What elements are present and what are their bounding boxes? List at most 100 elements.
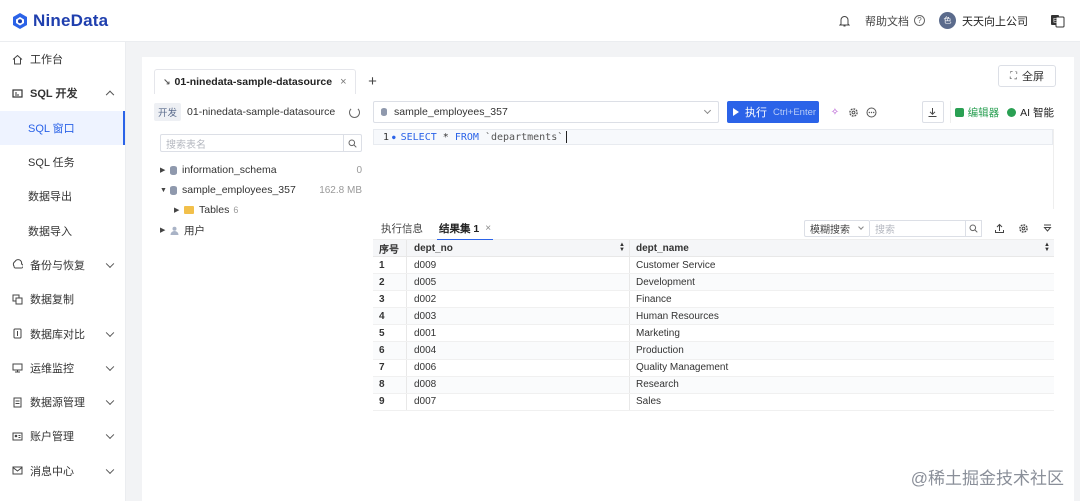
search-icon[interactable] [343, 135, 361, 151]
result-tabs: 执行信息 结果集 1 × 模糊搜索 搜索 [373, 218, 1054, 241]
tree-node-tables[interactable]: ▶ Tables 6 [154, 200, 364, 220]
search-mode-value: 模糊搜索 [810, 225, 850, 236]
sidebar-item-messages[interactable]: 消息中心 [0, 454, 125, 488]
cell-dept-no[interactable]: d003 [407, 308, 630, 325]
table-row[interactable]: 8 d008 Research [373, 376, 1054, 394]
result-search-input[interactable]: 搜索 [870, 220, 982, 237]
sidebar-item-sql-window[interactable]: SQL 窗口 [0, 110, 125, 146]
sidebar-item-datasource[interactable]: 数据源管理 [0, 385, 125, 419]
cell-dept-name[interactable]: Production [630, 342, 1054, 358]
chevron-down-icon [105, 328, 115, 337]
editor-button[interactable]: 编辑器 [949, 101, 1004, 123]
editor-icon [954, 107, 964, 117]
row-index: 5 [373, 325, 407, 342]
org-name[interactable]: 天天向上公司 [962, 13, 1028, 29]
datasource-name[interactable]: 01-ninedata-sample-datasource [187, 106, 335, 118]
sidebar-item-sql-dev[interactable]: SQL 开发 [0, 76, 125, 110]
export-icon[interactable] [992, 222, 1006, 236]
more-icon[interactable] [865, 106, 877, 118]
gear-icon[interactable] [847, 106, 859, 118]
sidebar-item-label: 备份与恢复 [30, 259, 85, 272]
help-question-icon[interactable]: ? [914, 15, 925, 26]
column-header-dept-no[interactable]: dept_no ▲ ▼ [407, 240, 630, 256]
gear-icon[interactable] [1016, 222, 1030, 236]
help-docs-link[interactable]: 帮助文档 [865, 13, 909, 29]
cell-dept-no[interactable]: d006 [407, 359, 630, 376]
play-icon [733, 108, 739, 116]
tab-result-set[interactable]: 结果集 1 × [431, 218, 499, 241]
sidebar-item-backup[interactable]: 备份与恢复 [0, 248, 125, 282]
ai-assistant-button[interactable]: AI 智能 [1003, 101, 1054, 123]
download-button[interactable] [921, 101, 944, 123]
sidebar-item-label: 数据库对比 [30, 328, 85, 341]
table-row[interactable]: 4 d003 Human Resources [373, 308, 1054, 326]
sidebar-item-label: 数据复制 [30, 294, 74, 307]
column-header-dept-name[interactable]: dept_name ▲ ▼ [630, 240, 1054, 256]
chevron-down-icon [105, 259, 115, 268]
sidebar-item-account[interactable]: 账户管理 [0, 419, 125, 453]
tab-exec-info[interactable]: 执行信息 [373, 218, 431, 240]
add-tab-button[interactable]: + [360, 69, 386, 94]
column-header-label: dept_name [636, 242, 689, 254]
logo[interactable]: NineData [11, 11, 108, 31]
cell-dept-name[interactable]: Development [630, 274, 1054, 290]
sidebar-item-monitor[interactable]: 运维监控 [0, 351, 125, 385]
table-row[interactable]: 3 d002 Finance [373, 291, 1054, 309]
cell-dept-name[interactable]: Research [630, 377, 1054, 393]
cell-dept-no[interactable]: d005 [407, 274, 630, 291]
cell-dept-no[interactable]: d001 [407, 325, 630, 342]
tree-node-information-schema[interactable]: ▶ information_schema 0 [154, 160, 364, 180]
sort-icon[interactable]: ▲ ▼ [1044, 242, 1050, 253]
sidebar-item-label: SQL 窗口 [28, 122, 75, 135]
chevron-up-icon [105, 90, 115, 100]
cell-dept-name[interactable]: Finance [630, 291, 1054, 307]
tree-node-users[interactable]: ▶ 用户 [154, 220, 364, 240]
cell-dept-name[interactable]: Sales [630, 394, 1054, 410]
table-row[interactable]: 1 d009 Customer Service [373, 257, 1054, 275]
caret-right-icon: ▶ [160, 167, 166, 174]
sort-icon[interactable]: ▲ ▼ [619, 242, 625, 253]
search-mode-select[interactable]: 模糊搜索 [804, 220, 870, 237]
sidebar-item-workbench[interactable]: 工作台 [0, 42, 125, 76]
cell-dept-no[interactable]: d008 [407, 376, 630, 393]
cell-dept-no[interactable]: d009 [407, 257, 630, 274]
sidebar-item-data-import[interactable]: 数据导入 [0, 213, 125, 247]
close-icon[interactable]: × [340, 76, 346, 88]
cell-dept-name[interactable]: Quality Management [630, 360, 1054, 376]
avatar[interactable]: 色 [939, 12, 956, 29]
table-row[interactable]: 5 d001 Marketing [373, 325, 1054, 343]
bell-icon[interactable] [837, 14, 851, 28]
close-icon[interactable]: × [485, 223, 491, 234]
cell-dept-no[interactable]: d002 [407, 291, 630, 308]
sql-editor[interactable]: 1 ● SELECT * FROM `departments` [373, 129, 1054, 209]
refresh-icon[interactable] [349, 106, 360, 118]
sidebar-item-db-compare[interactable]: 数据库对比 [0, 316, 125, 350]
tab-datasource[interactable]: ↘ 01-ninedata-sample-datasource × [154, 69, 356, 94]
database-icon [170, 185, 177, 195]
cell-dept-no[interactable]: d007 [407, 393, 630, 410]
cell-dept-no[interactable]: d004 [407, 342, 630, 359]
cell-dept-name[interactable]: Human Resources [630, 308, 1054, 324]
table-search-input[interactable]: 搜索表名 [160, 134, 362, 152]
code-line[interactable]: 1 ● SELECT * FROM `departments` [373, 129, 1053, 145]
ai-label: AI 智能 [1020, 106, 1054, 119]
search-icon[interactable] [965, 221, 981, 236]
table-row[interactable]: 6 d004 Production [373, 342, 1054, 360]
sidebar-item-data-export[interactable]: 数据导出 [0, 179, 125, 213]
line-number: 1 [382, 131, 389, 143]
database-select[interactable]: sample_employees_357 [373, 101, 719, 123]
table-row[interactable]: 9 d007 Sales [373, 393, 1054, 411]
cell-dept-name[interactable]: Marketing [630, 325, 1054, 341]
cell-dept-name[interactable]: Customer Service [630, 257, 1054, 273]
language-switch-icon[interactable]: E [1050, 13, 1065, 28]
fullscreen-button[interactable]: ⛶ 全屏 [998, 65, 1056, 87]
sidebar-item-sql-task[interactable]: SQL 任务 [0, 145, 125, 179]
tree-node-sample-employees[interactable]: ▼ sample_employees_357 162.8 MB [154, 180, 364, 200]
format-icon[interactable]: ✧ [829, 106, 841, 118]
table-row[interactable]: 7 d006 Quality Management [373, 359, 1054, 377]
collapse-icon[interactable] [1040, 222, 1054, 236]
table-row[interactable]: 2 d005 Development [373, 274, 1054, 292]
row-index: 2 [373, 274, 407, 291]
execute-button[interactable]: 执行 Ctrl+Enter [727, 101, 819, 123]
sidebar-item-replication[interactable]: 数据复制 [0, 282, 125, 316]
